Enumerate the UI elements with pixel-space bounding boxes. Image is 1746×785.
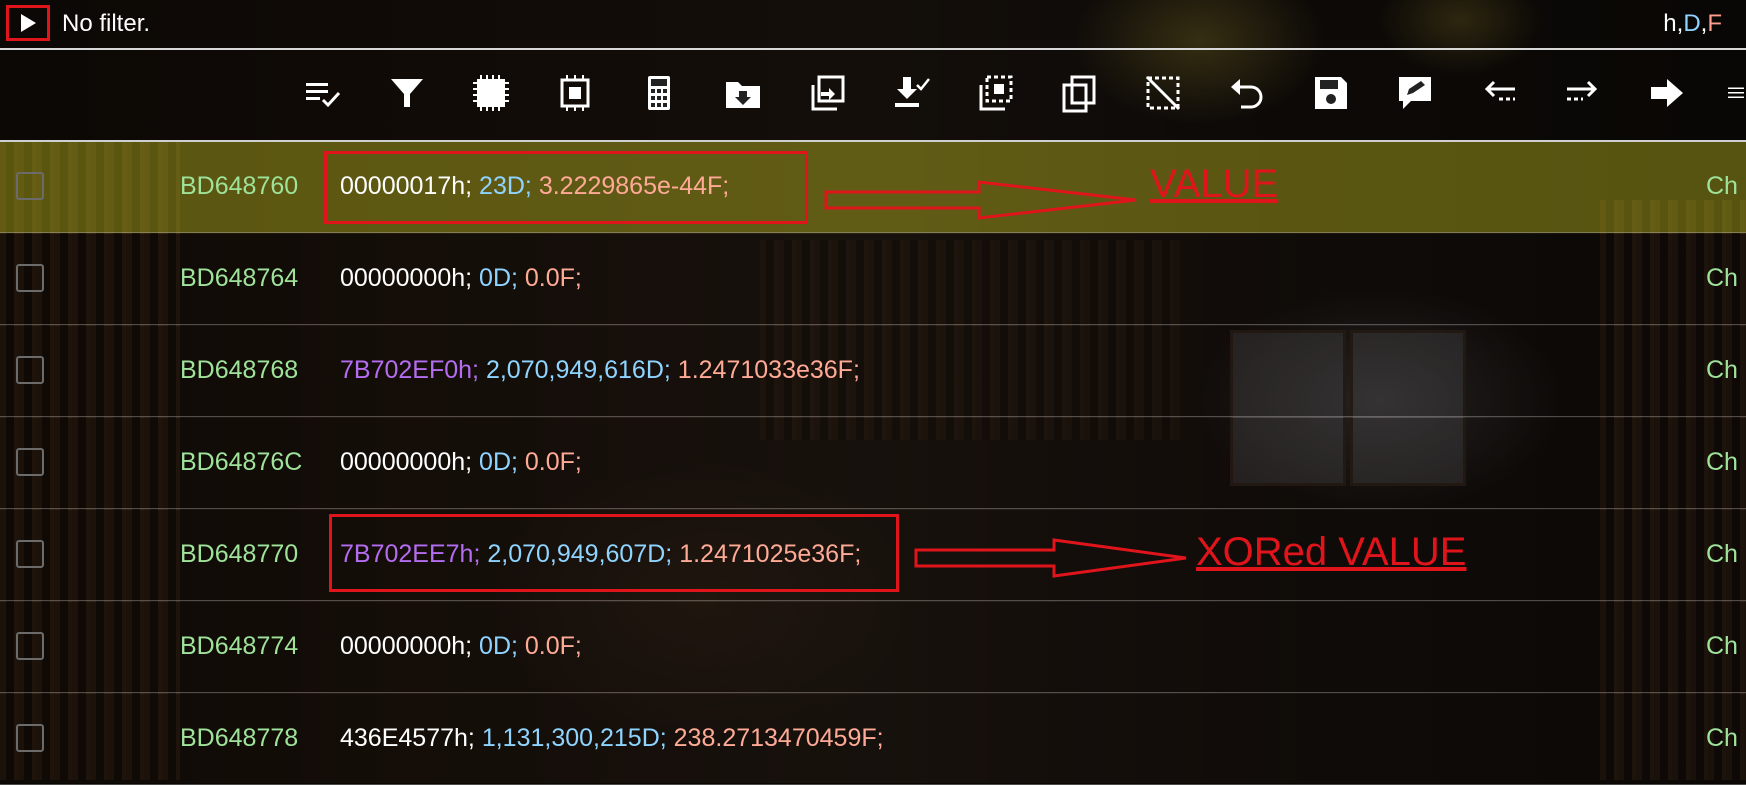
value-group: 7B702EF0h; 2,070,949,616D; 1.2471033e36F… [340, 356, 860, 385]
float-value: 0.0F; [524, 632, 582, 660]
memory-address: BD648768 [180, 356, 299, 384]
format-float-label: F [1707, 10, 1722, 37]
memory-row[interactable]: BD648768 7B702EF0h; 2,070,949,616D; 1.247… [0, 326, 1746, 417]
value-group: 00000000h; 0D; 0.0F; [340, 448, 582, 477]
row-checkbox[interactable] [16, 264, 44, 292]
filter-status-text: No filter. [62, 10, 151, 37]
change-button[interactable]: Ch [1706, 356, 1738, 385]
edit-icon[interactable] [1390, 68, 1440, 118]
memory-row[interactable]: BD648774 00000000h; 0D; 0.0F; Ch [0, 602, 1746, 693]
change-button[interactable]: Ch [1706, 632, 1738, 661]
row-checkbox[interactable] [16, 356, 44, 384]
memory-address: BD648764 [180, 264, 299, 292]
xored-value-arrow [914, 538, 1187, 578]
arrow-right-solid-icon[interactable] [1642, 68, 1692, 118]
download-check-icon[interactable] [886, 68, 936, 118]
hex-value: 7B702EF0h; [340, 356, 479, 384]
row-checkbox[interactable] [16, 724, 44, 752]
format-hex-label: h [1663, 10, 1677, 37]
folder-download-icon[interactable] [718, 68, 768, 118]
float-value: 238.2713470459F; [673, 724, 884, 752]
arrow-right-icon[interactable] [1558, 68, 1608, 118]
change-button[interactable]: Ch [1706, 264, 1738, 293]
value-group: 00000000h; 0D; 0.0F; [340, 264, 582, 293]
hex-value: 00000000h; [340, 448, 473, 476]
menu-icon[interactable] [1726, 68, 1746, 118]
selection-off-icon[interactable] [1138, 68, 1188, 118]
calculator-icon[interactable] [634, 68, 684, 118]
copy-paste-icon[interactable] [802, 68, 852, 118]
value-arrow [824, 180, 1137, 220]
toolbar [0, 50, 1746, 142]
filter-icon[interactable] [382, 68, 432, 118]
decimal-value: 0D; [479, 632, 518, 660]
value-group: 436E4577h; 1,131,300,215D; 238.271347045… [340, 724, 884, 753]
change-button[interactable]: Ch [1706, 540, 1738, 569]
memory-address: BD648770 [180, 540, 299, 568]
memory-row[interactable]: BD648778 436E4577h; 1,131,300,215D; 238.2… [0, 694, 1746, 785]
float-value: 1.2471033e36F; [677, 356, 860, 384]
chip-outline-icon[interactable] [550, 68, 600, 118]
change-button[interactable]: Ch [1706, 724, 1738, 753]
filter-bar: No filter. h,D,F [0, 0, 1746, 50]
hex-value: 00000000h; [340, 264, 473, 292]
select-all-icon[interactable] [298, 68, 348, 118]
memory-address: BD64876C [180, 448, 303, 476]
float-value: 0.0F; [524, 264, 582, 292]
row-checkbox[interactable] [16, 448, 44, 476]
decimal-value: 1,131,300,215D; [481, 724, 667, 752]
xored-value-highlight-box [329, 514, 899, 592]
selection-copy-icon[interactable] [970, 68, 1020, 118]
memory-row[interactable]: BD64876C 00000000h; 0D; 0.0F; Ch [0, 418, 1746, 509]
change-button[interactable]: Ch [1706, 448, 1738, 477]
row-checkbox[interactable] [16, 540, 44, 568]
copy-icon[interactable] [1054, 68, 1104, 118]
change-button[interactable]: Ch [1706, 172, 1738, 201]
value-annotation-label: VALUE [1150, 162, 1279, 206]
row-checkbox[interactable] [16, 172, 44, 200]
play-button[interactable] [6, 5, 50, 41]
memory-row[interactable]: BD648764 00000000h; 0D; 0.0F; Ch [0, 234, 1746, 325]
memory-address: BD648774 [180, 632, 299, 660]
value-group: 00000000h; 0D; 0.0F; [340, 632, 582, 661]
decimal-value: 2,070,949,616D; [485, 356, 671, 384]
row-checkbox[interactable] [16, 632, 44, 660]
hex-value: 00000000h; [340, 632, 473, 660]
decimal-value: 0D; [479, 264, 518, 292]
format-decimal-label: D [1683, 10, 1701, 37]
hex-value: 436E4577h; [340, 724, 475, 752]
chip-icon[interactable] [466, 68, 516, 118]
play-icon [21, 14, 36, 32]
xored-value-annotation-label: XORed VALUE [1196, 530, 1467, 574]
save-icon[interactable] [1306, 68, 1356, 118]
undo-icon[interactable] [1222, 68, 1272, 118]
memory-address: BD648760 [180, 172, 299, 200]
float-value: 0.0F; [524, 448, 582, 476]
value-highlight-box [324, 151, 808, 224]
decimal-value: 0D; [479, 448, 518, 476]
arrow-left-icon[interactable] [1474, 68, 1524, 118]
memory-address: BD648778 [180, 724, 299, 752]
format-legend: h,D,F [1663, 10, 1722, 38]
